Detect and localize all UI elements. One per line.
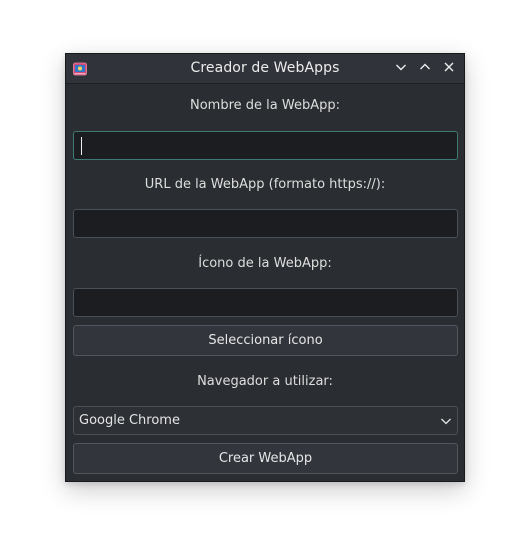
browser-selected-value: Google Chrome xyxy=(79,413,180,428)
close-button[interactable] xyxy=(440,60,458,78)
webapp-url-input[interactable] xyxy=(73,209,458,238)
webapp-name-label: Nombre de la WebApp: xyxy=(190,98,340,113)
webapp-icon-input[interactable] xyxy=(73,288,458,317)
webapp-url-label: URL de la WebApp (formato https://): xyxy=(144,177,386,192)
browser-label: Navegador a utilizar: xyxy=(197,374,333,389)
maximize-button[interactable] xyxy=(416,60,434,78)
text-cursor xyxy=(81,137,82,155)
form-content: Nombre de la WebApp: URL de la WebApp (f… xyxy=(66,84,464,481)
create-webapp-button[interactable]: Crear WebApp xyxy=(73,443,458,474)
close-icon xyxy=(442,60,456,78)
chevron-down-icon xyxy=(394,60,408,78)
webapp-name-input[interactable] xyxy=(73,131,458,160)
minimize-button[interactable] xyxy=(392,60,410,78)
chevron-down-icon xyxy=(439,414,453,428)
webapp-creator-window: Creador de WebApps Nombre de la WebApp: … xyxy=(65,53,465,482)
window-controls xyxy=(392,60,458,78)
browser-select[interactable]: Google Chrome xyxy=(73,406,458,435)
titlebar[interactable]: Creador de WebApps xyxy=(66,54,464,84)
chevron-up-icon xyxy=(418,60,432,78)
select-icon-button[interactable]: Seleccionar ícono xyxy=(73,325,458,356)
webapp-icon-label: Ícono de la WebApp: xyxy=(198,256,332,271)
